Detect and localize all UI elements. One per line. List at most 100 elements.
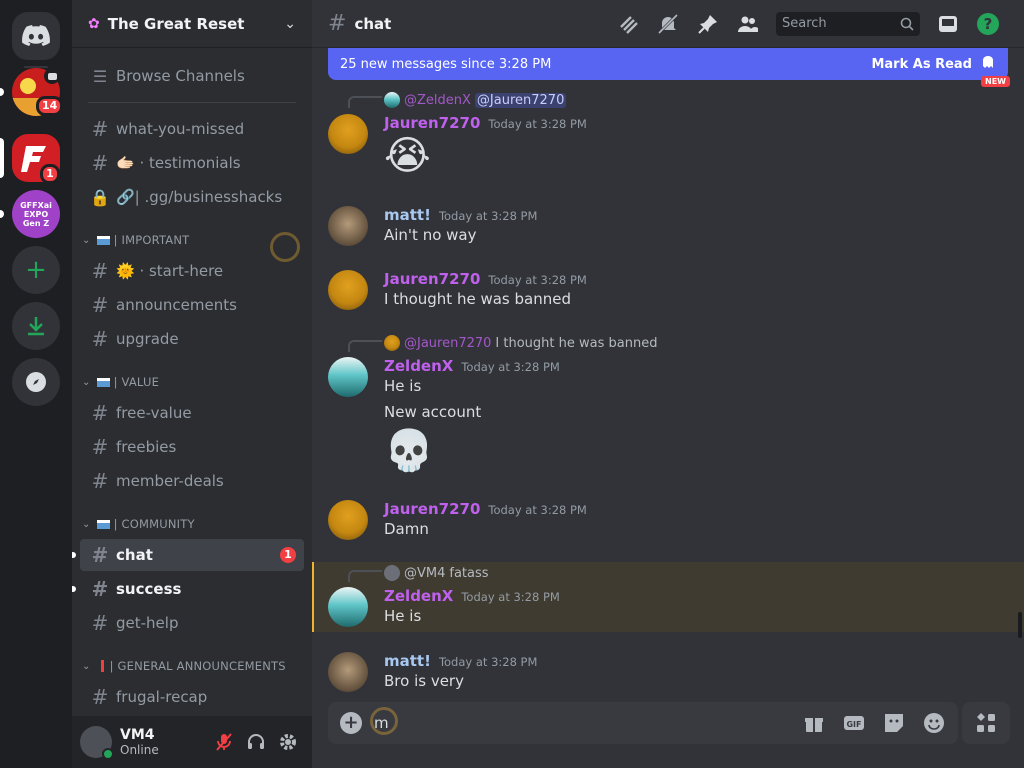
attach-button[interactable]: + (340, 712, 362, 734)
smile-icon (924, 713, 944, 733)
message-input[interactable]: m (374, 714, 786, 732)
apps-button[interactable] (962, 702, 1010, 744)
server-3-label: GFFXai EXPO Gen Z (20, 200, 52, 228)
notifications-button[interactable] (656, 12, 680, 36)
channel-get-help[interactable]: # get-help (80, 607, 304, 639)
reply-connector (348, 96, 382, 108)
server-1-chat-icon (44, 68, 60, 84)
user-settings-button[interactable] (272, 726, 304, 758)
threads-icon (620, 15, 638, 34)
message-author[interactable]: Jauren7270 (384, 500, 480, 518)
hash-icon: # (91, 401, 109, 425)
channel-businesshacks[interactable]: 🔒 🔗| .gg/businesshacks (80, 181, 304, 213)
chevron-down-icon: ⌄ (82, 234, 91, 246)
pinned-messages-button[interactable] (696, 12, 720, 36)
reply-connector (348, 570, 382, 582)
gif-button[interactable]: GIF (842, 711, 866, 735)
download-apps-button[interactable] (12, 302, 60, 350)
server-icon-3[interactable]: GFFXai EXPO Gen Z (12, 190, 60, 238)
inbox-button[interactable] (936, 12, 960, 36)
message: Jauren7270 Today at 3:28 PM Damn (312, 500, 1024, 540)
channel-upgrade[interactable]: # upgrade (80, 323, 304, 355)
message-author[interactable]: ZeldenX (384, 357, 453, 375)
scrollbar-thumb[interactable] (1018, 612, 1022, 638)
lock-icon: 🔒 (90, 187, 110, 207)
message-text: Bro is very (384, 672, 464, 690)
server-header[interactable]: ✿ The Great Reset ⌄ (72, 0, 312, 48)
category-community[interactable]: ⌄ | COMMUNITY (80, 511, 304, 537)
discord-home-button[interactable] (12, 12, 60, 60)
channel-what-you-missed[interactable]: # what-you-missed (80, 113, 304, 145)
new-messages-bar[interactable]: 25 new messages since 3:28 PM Mark As Re… (328, 48, 1008, 80)
channel-testimonials[interactable]: # 🫱🏻 · testimonials (80, 147, 304, 179)
channel-label: announcements (116, 296, 237, 314)
message-author[interactable]: ZeldenX (384, 587, 453, 605)
discover-button[interactable] (12, 358, 60, 406)
category-general-announcements[interactable]: ⌄ | GENERAL ANNOUNCEMENTS (80, 653, 304, 679)
gift-button[interactable] (802, 711, 826, 735)
channel-free-value[interactable]: # free-value (80, 397, 304, 429)
channel-label: freebies (116, 438, 177, 456)
gear-icon (280, 734, 296, 750)
channel-label: upgrade (116, 330, 179, 348)
loading-ring (270, 232, 300, 262)
sticker-button[interactable] (882, 711, 906, 735)
user-info[interactable]: VM4 Online (120, 727, 208, 758)
mute-button[interactable] (208, 726, 240, 758)
chat-area: # chat Search ? 25 new messages since 3:… (312, 0, 1024, 768)
members-icon (738, 16, 758, 32)
member-list-button[interactable] (736, 12, 760, 36)
channel-label: 🔗| .gg/businesshacks (116, 188, 283, 206)
add-server-button[interactable]: + (12, 246, 60, 294)
compass-icon (26, 372, 46, 392)
server-name: The Great Reset (107, 14, 245, 33)
user-status: Online (120, 742, 159, 757)
message-author[interactable]: Jauren7270 (384, 270, 480, 288)
unread-dot (72, 586, 76, 592)
channel-success[interactable]: # success (72, 573, 304, 605)
help-button[interactable]: ? (976, 12, 1000, 36)
mic-muted-icon (216, 733, 232, 751)
message: ZeldenX Today at 3:28 PM He is New accou… (312, 357, 1024, 475)
category-value[interactable]: ⌄ | VALUE (80, 369, 304, 395)
apps-icon (977, 713, 995, 732)
browse-channels-label: Browse Channels (116, 67, 245, 85)
message-text: He is (384, 607, 422, 625)
reply-preview[interactable]: @ZeldenX @Jauren7270 (384, 92, 567, 108)
message-emoji: 😭 (384, 133, 431, 179)
browse-channels[interactable]: ☰ Browse Channels (80, 60, 304, 92)
flag-icon (96, 377, 110, 387)
channel-frugal-recap[interactable]: # frugal-recap (80, 681, 304, 713)
message-author[interactable]: Jauren7270 (384, 114, 480, 132)
threads-button[interactable] (616, 12, 640, 36)
channel-label: frugal-recap (116, 688, 208, 706)
reply-preview[interactable]: @VM4 fatass (384, 565, 489, 581)
chevron-down-icon: ⌄ (82, 376, 91, 388)
emoji-button[interactable] (922, 711, 946, 735)
plus-icon: + (25, 255, 47, 285)
discord-logo-icon (22, 25, 50, 46)
reply-text: fatass (449, 565, 489, 581)
reply-user: @VM4 (404, 565, 446, 581)
online-status-icon (102, 748, 114, 760)
channel-chat[interactable]: # chat 1 (72, 539, 304, 571)
mini-avatar (384, 565, 400, 581)
channel-start-here[interactable]: # 🌞 · start-here (80, 255, 304, 287)
search-icon (900, 17, 914, 31)
avatar[interactable] (80, 726, 114, 760)
channel-member-deals[interactable]: # member-deals (80, 465, 304, 497)
message-author[interactable]: matt! (384, 652, 431, 670)
channel-announcements[interactable]: # announcements (80, 289, 304, 321)
hash-icon: # (91, 435, 109, 459)
server-1-badge: 14 (36, 96, 64, 116)
bell-muted-icon (657, 13, 679, 34)
message-author[interactable]: matt! (384, 206, 431, 224)
mark-as-read-button[interactable]: Mark As Read (871, 57, 972, 72)
category-label: | COMMUNITY (113, 517, 195, 531)
reply-preview[interactable]: @Jauren7270 I thought he was banned (384, 335, 657, 351)
deafen-button[interactable] (240, 726, 272, 758)
search-input[interactable]: Search (776, 11, 920, 36)
unread-pill (0, 88, 4, 96)
channel-freebies[interactable]: # freebies (80, 431, 304, 463)
reply-user: @ZeldenX (404, 92, 471, 108)
